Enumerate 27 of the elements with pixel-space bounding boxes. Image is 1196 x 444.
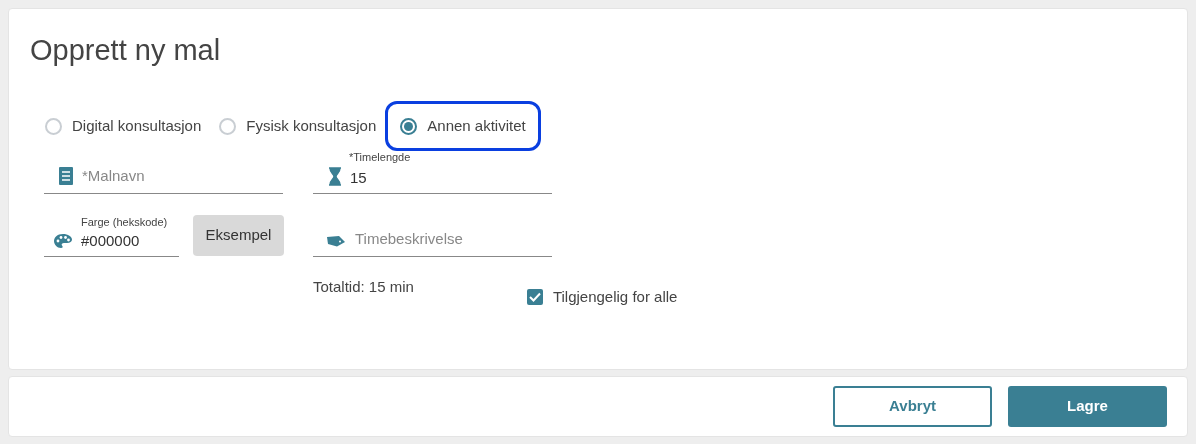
field-value: #000000 xyxy=(81,232,141,250)
save-button[interactable]: Lagre xyxy=(1008,386,1167,427)
tag-icon xyxy=(326,235,346,247)
field-label: *Timelengde xyxy=(349,150,411,164)
radio-label: Fysisk konsultasjon xyxy=(246,115,377,136)
text-input[interactable]: Timebeskrivelse xyxy=(355,227,535,250)
example-button[interactable]: Eksempel xyxy=(193,215,284,256)
color-field[interactable]: Farge (hekskode) #000000 xyxy=(44,214,179,257)
field-value: 15 xyxy=(350,169,368,187)
checkbox[interactable] xyxy=(526,289,543,306)
description-field[interactable]: Timebeskrivelse xyxy=(313,214,552,257)
document-icon xyxy=(58,166,74,186)
checkbox-label: Tilgjengelig for alle xyxy=(552,287,678,307)
text-input[interactable]: *Malnavn xyxy=(82,164,262,187)
radio-label: Annen aktivitet xyxy=(427,115,526,136)
radio-button[interactable] xyxy=(400,117,418,135)
cancel-button[interactable]: Avbryt xyxy=(833,386,992,427)
dialog-title: Opprett ny mal xyxy=(30,35,221,65)
radio-option[interactable]: Annen aktivitet xyxy=(385,101,541,151)
duration-field[interactable]: *Timelengde 15 xyxy=(313,151,552,194)
total-time-text: Totaltid: 15 min xyxy=(313,278,414,296)
field-label: Farge (hekskode) xyxy=(81,215,168,229)
radio-label: Digital konsultasjon xyxy=(72,115,202,136)
radio-option[interactable]: Digital konsultasjon xyxy=(42,111,217,141)
hourglass-icon xyxy=(328,167,342,186)
template-name-field[interactable]: *Malnavn xyxy=(44,151,283,194)
palette-icon xyxy=(53,233,73,249)
